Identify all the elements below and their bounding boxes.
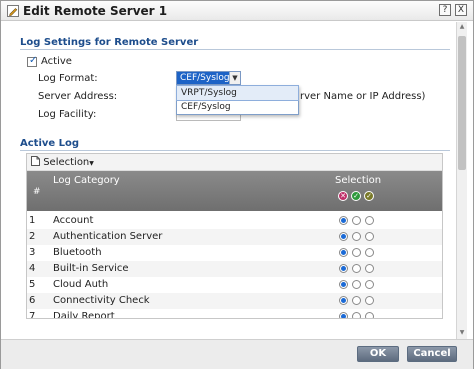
row-category: Authentication Server (53, 231, 163, 242)
radio-normal[interactable] (352, 232, 361, 241)
column-header-number: # (33, 187, 41, 197)
radio-disable[interactable] (339, 312, 348, 318)
radio-disable[interactable] (339, 232, 348, 241)
log-format-dropdown: VRPT/Syslog CEF/Syslog (176, 85, 299, 115)
dialog-titlebar: Edit Remote Server 1 ? X (1, 1, 473, 21)
row-number: 4 (29, 263, 36, 274)
row-number: 1 (29, 215, 36, 226)
radio-disable[interactable] (339, 248, 348, 257)
cancel-button[interactable]: Cancel (407, 346, 457, 362)
table-row[interactable]: 6 Connectivity Check (27, 293, 442, 309)
column-header-selection: Selection (335, 175, 382, 186)
row-number: 3 (29, 247, 36, 258)
row-category: Connectivity Check (53, 295, 150, 306)
normal-icon[interactable]: ✓ (351, 191, 361, 201)
active-checkbox[interactable]: ✓ (27, 55, 38, 67)
table-row[interactable]: 4 Built-in Service (27, 261, 442, 277)
column-header-category: Log Category (53, 175, 120, 186)
radio-debug[interactable] (365, 232, 374, 241)
radio-normal[interactable] (352, 312, 361, 318)
disable-icon[interactable]: ✕ (338, 191, 348, 201)
dropdown-option-vrpt[interactable]: VRPT/Syslog (176, 85, 299, 101)
table-row[interactable]: 2 Authentication Server (27, 229, 442, 245)
caret-down-icon: ▼ (89, 160, 94, 167)
active-label: Active (41, 56, 72, 67)
page-icon (31, 156, 40, 166)
radio-debug[interactable] (365, 280, 374, 289)
table-row[interactable]: 3 Bluetooth (27, 245, 442, 261)
row-category: Bluetooth (53, 247, 102, 258)
row-category: Account (53, 215, 94, 226)
radio-normal[interactable] (352, 296, 361, 305)
row-number: 6 (29, 295, 36, 306)
ok-button[interactable]: OK (357, 346, 399, 362)
radio-disable[interactable] (339, 216, 348, 225)
table-row[interactable]: 5 Cloud Auth (27, 277, 442, 293)
row-number: 7 (29, 311, 36, 319)
radio-normal[interactable] (352, 248, 361, 257)
row-category: Built-in Service (53, 263, 129, 274)
table-toolbar: Selection▼ (27, 154, 442, 171)
server-address-hint: rver Name or IP Address) (300, 91, 426, 102)
radio-debug[interactable] (365, 296, 374, 305)
log-format-select[interactable]: CEF/Syslog ▼ (176, 71, 241, 85)
radio-disable[interactable] (339, 264, 348, 273)
chevron-down-icon[interactable]: ▼ (229, 72, 240, 84)
table-header: # Log Category Selection ✕ ✓ ✓ (27, 171, 442, 211)
radio-normal[interactable] (352, 280, 361, 289)
log-format-label: Log Format: (38, 73, 98, 84)
table-row[interactable]: 1 Account (27, 213, 442, 229)
server-address-label: Server Address: (38, 91, 118, 102)
log-facility-label: Log Facility: (38, 109, 97, 120)
section-divider (20, 49, 450, 50)
dropdown-option-cef[interactable]: CEF/Syslog (177, 100, 298, 114)
row-number: 5 (29, 279, 36, 290)
log-settings-heading: Log Settings for Remote Server (20, 37, 199, 48)
radio-debug[interactable] (365, 312, 374, 318)
log-format-value: CEF/Syslog (180, 73, 230, 83)
scrollbar-thumb[interactable] (458, 36, 466, 170)
close-button[interactable]: X (455, 4, 467, 16)
table-row[interactable]: 7 Daily Report (27, 309, 442, 319)
checkmark-icon: ✓ (29, 55, 38, 66)
radio-debug[interactable] (365, 264, 374, 273)
active-log-heading: Active Log (20, 138, 80, 149)
edit-remote-server-dialog: Edit Remote Server 1 ? X Log Settings fo… (0, 0, 474, 369)
dialog-footer: OK Cancel (1, 339, 473, 369)
scroll-down-icon[interactable]: ▼ (457, 328, 467, 338)
row-category: Daily Report (53, 311, 115, 319)
vertical-scrollbar[interactable]: ▲ ▼ (456, 22, 467, 339)
radio-normal[interactable] (352, 264, 361, 273)
dialog-title: Edit Remote Server 1 (23, 4, 168, 18)
help-button[interactable]: ? (439, 4, 451, 16)
debug-icon[interactable]: ✓ (364, 191, 374, 201)
radio-normal[interactable] (352, 216, 361, 225)
scroll-up-icon[interactable]: ▲ (457, 22, 467, 32)
selection-menu[interactable]: Selection▼ (31, 156, 94, 168)
selection-menu-label: Selection (43, 157, 90, 168)
radio-disable[interactable] (339, 280, 348, 289)
radio-debug[interactable] (365, 248, 374, 257)
row-number: 2 (29, 231, 36, 242)
section-divider (20, 150, 450, 151)
active-log-table: Selection▼ # Log Category Selection ✕ ✓ … (26, 153, 443, 319)
edit-icon (7, 5, 19, 17)
radio-disable[interactable] (339, 296, 348, 305)
row-category: Cloud Auth (53, 279, 109, 290)
radio-debug[interactable] (365, 216, 374, 225)
dialog-content: Log Settings for Remote Server ✓ Active … (1, 22, 473, 339)
